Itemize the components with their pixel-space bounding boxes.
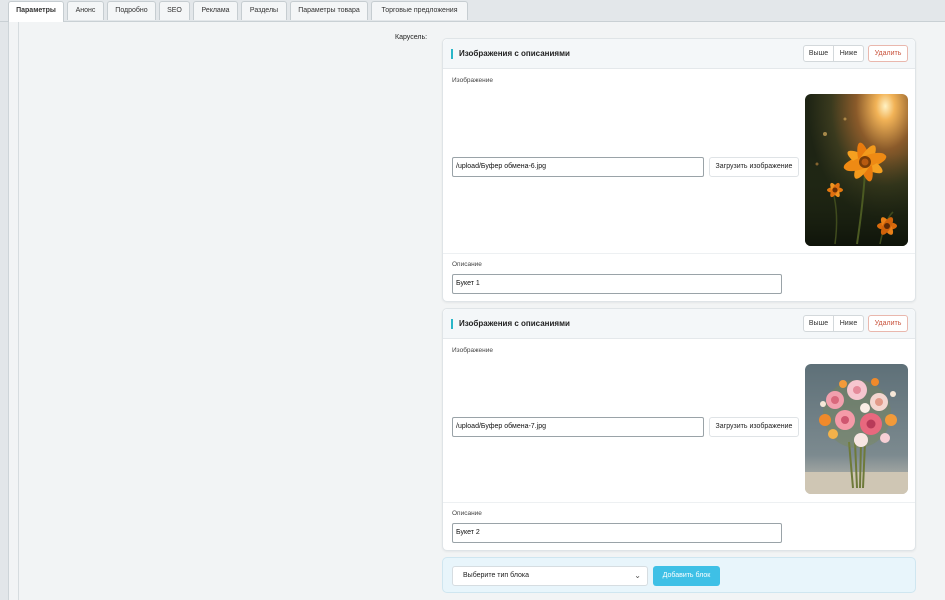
image-label: Изображение — [452, 347, 493, 354]
image-path-input[interactable]: /upload/Буфер обмена-6.jpg — [452, 157, 704, 177]
description-label: Описание — [452, 261, 482, 268]
tab-razdely[interactable]: Разделы — [241, 1, 287, 20]
move-down-button[interactable]: Ниже — [833, 45, 864, 62]
card-title: Изображения с описаниями — [459, 49, 570, 58]
tab-parametry-tovara[interactable]: Параметры товара — [290, 1, 368, 20]
image-label: Изображение — [452, 77, 493, 84]
description-label: Описание — [452, 510, 482, 517]
image-path-input[interactable]: /upload/Буфер обмена-7.jpg — [452, 417, 704, 437]
flower-bouquet-photo-icon — [805, 364, 908, 494]
upload-image-button[interactable]: Загрузить изображение — [709, 157, 799, 177]
add-block-button[interactable]: Добавить блок — [653, 566, 720, 586]
carousel-field-label: Карусель: — [395, 34, 428, 41]
block-type-select[interactable]: Выберите тип блока ⌄ — [452, 566, 648, 586]
orange-flower-photo-icon — [805, 94, 908, 246]
card-header: Изображения с описаниями Выше Ниже Удали… — [443, 309, 915, 339]
carousel-item-card-2: Изображения с описаниями Выше Ниже Удали… — [442, 308, 916, 551]
tab-seo[interactable]: SEO — [159, 1, 190, 20]
card-header: Изображения с описаниями Выше Ниже Удали… — [443, 39, 915, 69]
card-divider — [443, 502, 915, 503]
add-block-panel: Выберите тип блока ⌄ Добавить блок — [442, 557, 916, 593]
block-type-select-value: Выберите тип блока — [463, 572, 530, 579]
carousel-item-card-1: Изображения с описаниями Выше Ниже Удали… — [442, 38, 916, 302]
description-input[interactable]: Букет 2 — [452, 523, 782, 543]
tab-parametry[interactable]: Параметры — [8, 1, 64, 22]
chevron-down-icon: ⌄ — [634, 571, 641, 580]
tabs-bar: Параметры Анонс Подробно SEO Реклама Раз… — [0, 0, 945, 22]
left-strip — [0, 22, 8, 600]
move-up-button[interactable]: Выше — [803, 315, 834, 332]
orange-flower-image — [805, 94, 908, 246]
tab-torgovye-predlozheniya[interactable]: Торговые предложения — [371, 1, 468, 20]
description-input[interactable]: Букет 1 — [452, 274, 782, 294]
card-title: Изображения с описаниями — [459, 319, 570, 328]
move-down-button[interactable]: Ниже — [833, 315, 864, 332]
upload-image-button[interactable]: Загрузить изображение — [709, 417, 799, 437]
card-accent-bar — [451, 319, 453, 329]
tab-anons[interactable]: Анонс — [67, 1, 104, 20]
delete-button[interactable]: Удалить — [868, 315, 908, 332]
move-up-button[interactable]: Выше — [803, 45, 834, 62]
card-divider — [443, 253, 915, 254]
card-accent-bar — [451, 49, 453, 59]
tab-podrobno[interactable]: Подробно — [107, 1, 156, 20]
delete-button[interactable]: Удалить — [868, 45, 908, 62]
panel-divider — [18, 22, 19, 600]
tab-reklama[interactable]: Реклама — [193, 1, 238, 20]
flower-bouquet-image — [805, 364, 908, 494]
